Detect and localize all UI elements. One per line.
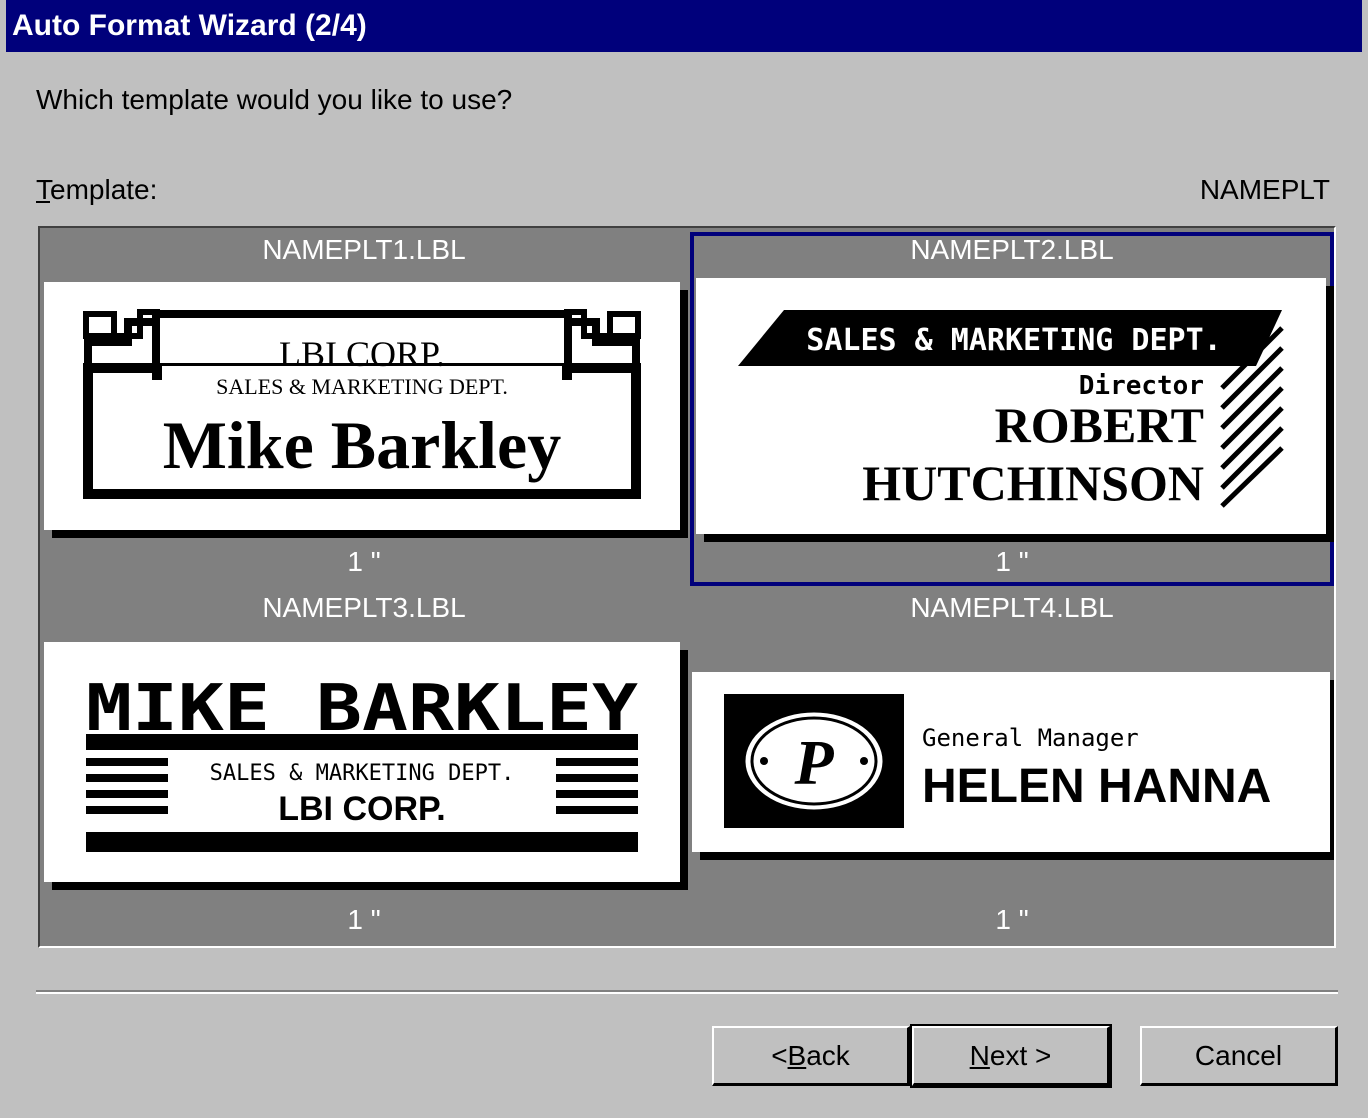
cancel-button[interactable]: Cancel — [1140, 1026, 1338, 1086]
template-size: 1 " — [995, 546, 1029, 577]
nameplate-title: General Manager — [922, 724, 1139, 752]
nameplate-name: Mike Barkley — [163, 407, 562, 483]
template-item-nameplt3[interactable]: NAMEPLT3.LBL MIKE BARKLEY SALES & MARKET… — [40, 586, 688, 946]
template-size: 1 " — [995, 904, 1029, 935]
template-current-value: NAMEPLT — [1199, 174, 1330, 205]
nameplate-line: LBI CORP. — [279, 334, 445, 374]
nameplate-line: SALES & MARKETING DEPT. — [210, 761, 515, 786]
template-filename: NAMEPLT4.LBL — [910, 592, 1114, 623]
nameplate-name: HUTCHINSON — [862, 455, 1204, 511]
nameplate-line: LBI CORP. — [278, 790, 446, 828]
prompt-text: Which template would you like to use? — [36, 84, 513, 115]
title-bar[interactable]: Auto Format Wizard (2/4) — [6, 0, 1362, 52]
template-item-nameplt2[interactable]: NAMEPLT2.LBL SALES & MARKETING DEPT. Dir… — [688, 228, 1334, 586]
next-button[interactable]: Next > — [910, 1024, 1112, 1088]
nameplate-name: ROBERT — [995, 397, 1204, 453]
separator-line — [36, 990, 1338, 994]
template-item-nameplt1[interactable]: NAMEPLT1.LBL LBI CORP. SALES & MARKETING… — [40, 228, 688, 586]
template-filename: NAMEPLT1.LBL — [262, 234, 466, 265]
template-preview: MIKE BARKLEY SALES & MARKETING DEPT. LBI… — [44, 642, 680, 882]
template-filename: NAMEPLT2.LBL — [910, 234, 1114, 265]
back-button[interactable]: < Back — [712, 1026, 910, 1086]
template-label: Template: — [36, 174, 158, 205]
nameplate-name: HELEN HANNA — [922, 760, 1271, 813]
window-title: Auto Format Wizard (2/4) — [12, 9, 367, 42]
nameplate-line: SALES & MARKETING DEPT. — [216, 374, 508, 399]
template-preview: SALES & MARKETING DEPT. Director ROBERT … — [696, 278, 1326, 534]
logo-letter: P — [793, 727, 834, 798]
template-filename: NAMEPLT3.LBL — [262, 592, 466, 623]
template-item-nameplt4[interactable]: NAMEPLT4.LBL P General Manager HELEN HAN… — [688, 586, 1334, 946]
template-preview: LBI CORP. SALES & MARKETING DEPT. Mike B… — [44, 282, 680, 530]
template-gallery[interactable]: NAMEPLT1.LBL LBI CORP. SALES & MARKETING… — [38, 226, 1336, 948]
template-size: 1 " — [347, 546, 381, 577]
template-size: 1 " — [347, 904, 381, 935]
nameplate-line: SALES & MARKETING DEPT. — [806, 323, 1221, 358]
template-preview: P General Manager HELEN HANNA — [692, 672, 1330, 852]
